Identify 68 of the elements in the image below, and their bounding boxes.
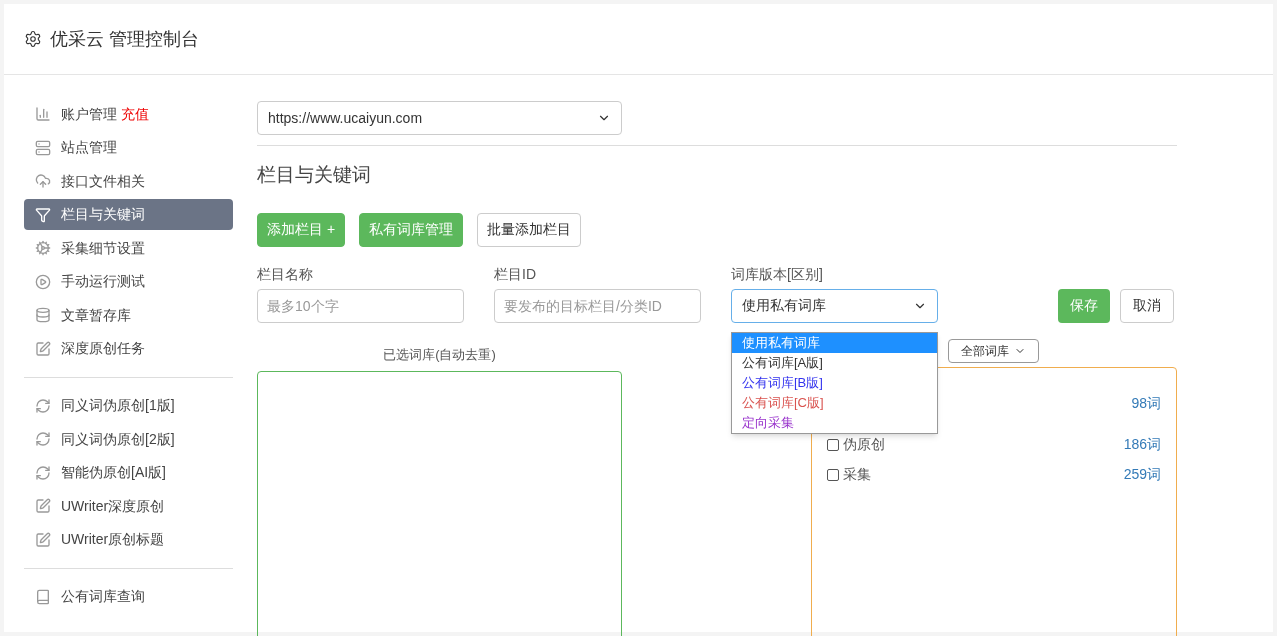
text-field[interactable]: 要发布的目标栏目/分类ID (494, 288, 701, 323)
library-filter-select[interactable]: 全部词库 (948, 338, 1039, 363)
sidebar-label: 文章暂存库 (61, 305, 131, 325)
word-count: 186词 (1123, 435, 1161, 454)
dropdown-option[interactable]: 公有词库[C版] (732, 392, 937, 413)
sidebar-item[interactable]: 账户管理 充值 (24, 98, 233, 130)
sidebar-label: 智能伪原创[AI版] (61, 463, 166, 482)
sidebar-item[interactable]: UWriter原创标题 (24, 524, 233, 555)
dropdown-option[interactable]: 公有词库[A版] (732, 352, 937, 373)
field-label: 栏目名称 (257, 264, 314, 284)
version-select[interactable]: 使用私有词库 (731, 288, 938, 323)
sidebar-label: 深度原创任务 (61, 339, 145, 358)
sidebar-label: 手动运行测试 (61, 272, 145, 291)
sidebar-item[interactable]: 手动运行测试 (24, 266, 233, 297)
play-icon (35, 273, 51, 290)
field-label: 栏目ID (494, 264, 537, 284)
sidebar-label: 公有词库查询 (61, 587, 145, 606)
toolbar-button[interactable]: 批量添加栏目 (477, 212, 582, 247)
sidebar-label: 同义词伪原创[2版] (61, 429, 175, 449)
sidebar-item[interactable]: 同义词伪原创[2版] (24, 423, 233, 455)
library-name: 伪原创 (843, 435, 885, 454)
sidebar-item[interactable]: 公有词库查询 (24, 581, 233, 612)
edit-icon (35, 340, 51, 357)
server-icon (35, 139, 51, 156)
sidebar-label: 站点管理 (61, 138, 117, 157)
recharge-link[interactable]: 充值 (121, 103, 149, 125)
sidebar-item[interactable]: 智能伪原创[AI版] (24, 457, 233, 488)
sidebar-item[interactable]: UWriter深度原创 (24, 490, 233, 522)
book-icon (35, 588, 51, 605)
checkbox[interactable] (827, 438, 839, 451)
word-count: 259词 (1123, 465, 1161, 484)
refresh-icon (35, 464, 51, 481)
gear-icon (35, 240, 51, 256)
refresh-icon (35, 431, 51, 447)
edit-icon (35, 531, 51, 548)
edit-icon (35, 498, 51, 514)
section-title: 栏目与关键词 (257, 163, 372, 187)
sidebar-label: 采集细节设置 (61, 238, 145, 258)
checkbox[interactable] (827, 468, 839, 481)
settings-icon (24, 30, 42, 48)
sidebar-item[interactable]: 文章暂存库 (24, 299, 233, 331)
sidebar-label: UWriter深度原创 (61, 496, 165, 516)
word-count: 98词 (1131, 394, 1161, 413)
dropdown-option[interactable]: 公有词库[B版] (732, 372, 937, 393)
sidebar-label: 栏目与关键词 (61, 205, 145, 224)
dropdown-option[interactable]: 定向采集 (732, 412, 937, 433)
text-field[interactable]: 最多10个字 (257, 288, 464, 323)
cloud-upload-icon (35, 173, 51, 189)
sidebar-item[interactable]: 同义词伪原创[1版] (24, 390, 233, 421)
cancel-button[interactable]: 取消 (1120, 288, 1174, 323)
site-select[interactable]: https://www.ucaiyun.com (257, 101, 622, 135)
filter-icon (35, 206, 51, 223)
database-icon (35, 307, 51, 323)
library-name: 采集 (843, 465, 871, 484)
panel-title: 已选词库(自动去重) (383, 345, 496, 364)
field-label: 词库版本[区别] (731, 264, 824, 284)
sidebar-label: 接口文件相关 (61, 171, 145, 191)
sidebar-item[interactable]: 接口文件相关 (24, 165, 233, 197)
bar-chart-icon (35, 106, 51, 122)
sidebar-item[interactable]: 站点管理 (24, 132, 233, 163)
sidebar-item[interactable]: 采集细节设置 (24, 232, 233, 264)
sidebar-label: 同义词伪原创[1版] (61, 396, 175, 415)
sidebar-item[interactable]: 深度原创任务 (24, 333, 233, 364)
console-title: 优采云 管理控制台 (50, 27, 199, 51)
refresh-icon (35, 397, 51, 414)
sidebar-label: UWriter原创标题 (61, 530, 165, 549)
sidebar-item[interactable]: 栏目与关键词 (24, 199, 233, 230)
sidebar-label: 账户管理 (61, 104, 117, 124)
